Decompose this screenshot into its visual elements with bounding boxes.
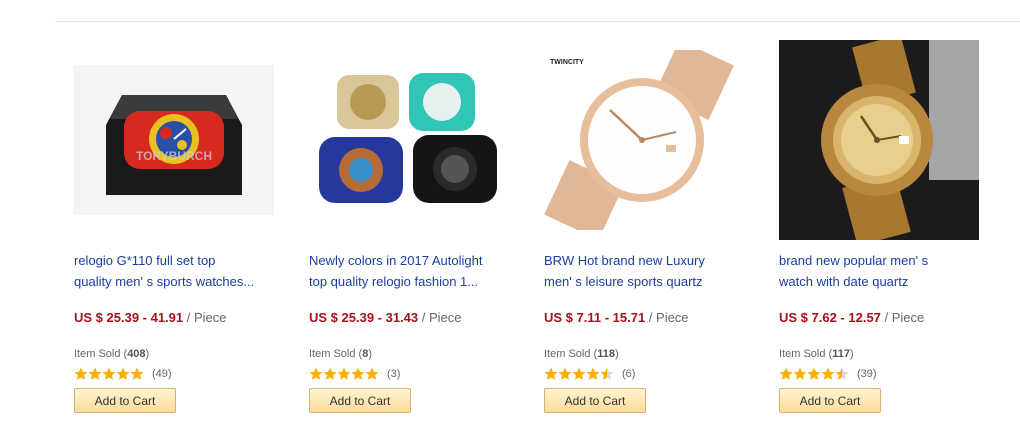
product-title-line[interactable]: quality men' s sports watches... <box>74 271 279 292</box>
product-card: TWINCITY BRW Hot brand new Luxury men' s… <box>544 40 749 420</box>
price-range: US $ 7.62 - 12.57 <box>779 310 881 325</box>
items-sold: Item Sold (8) <box>309 348 372 360</box>
sold-close: ) <box>849 348 854 360</box>
star-rating <box>309 367 379 381</box>
star-full-icon <box>351 367 365 380</box>
price-unit: / Piece <box>418 310 462 325</box>
add-to-cart-button[interactable]: Add to Cart <box>779 388 881 413</box>
star-full-icon <box>116 367 130 380</box>
product-title-line[interactable]: men' s leisure sports quartz <box>544 271 749 292</box>
price-row: US $ 25.39 - 41.91 / Piece <box>74 310 227 325</box>
price-unit: / Piece <box>183 310 227 325</box>
review-count[interactable]: (49) <box>152 368 172 380</box>
star-full-icon <box>323 367 337 380</box>
product-image[interactable] <box>779 40 979 240</box>
sold-label: Item Sold ( <box>779 348 833 360</box>
product-card: Newly colors in 2017 Autolight top quali… <box>309 40 514 420</box>
watch-image-colorful-set <box>309 65 509 215</box>
star-half-icon <box>600 367 614 380</box>
section-divider <box>55 21 1020 22</box>
brand-logo: TWINCITY <box>550 59 584 66</box>
product-image[interactable] <box>309 40 509 240</box>
watch-image-gold-bracelet <box>779 40 979 240</box>
sold-label: Item Sold ( <box>544 348 598 360</box>
product-title-line[interactable]: watch with date quartz <box>779 271 984 292</box>
star-half-icon <box>835 367 849 380</box>
sold-label: Item Sold ( <box>74 348 128 360</box>
price-range: US $ 7.11 - 15.71 <box>544 310 646 325</box>
product-title-line[interactable]: BRW Hot brand new Luxury <box>544 250 749 271</box>
items-sold: Item Sold (117) <box>779 348 854 360</box>
review-count[interactable]: (39) <box>857 368 877 380</box>
price-unit: / Piece <box>880 310 925 325</box>
star-full-icon <box>572 367 586 380</box>
price-range: US $ 25.39 - 31.43 <box>309 310 419 325</box>
price-range: US $ 25.39 - 41.91 <box>74 310 184 325</box>
product-card: brand new popular men' s watch with date… <box>779 40 984 420</box>
star-full-icon <box>793 367 807 380</box>
sold-close: ) <box>614 348 619 360</box>
sold-count: 118 <box>597 348 615 360</box>
star-full-icon <box>130 367 144 380</box>
watch-image-red-gshock: TORYBURCH <box>74 65 274 215</box>
star-full-icon <box>337 367 351 380</box>
product-title-line[interactable]: top quality relogio fashion 1... <box>309 271 514 292</box>
rating[interactable]: (49) <box>74 366 172 382</box>
sold-label: Item Sold ( <box>309 348 363 360</box>
product-title-link[interactable]: relogio G*110 full set top quality men' … <box>74 250 279 292</box>
star-full-icon <box>586 367 600 380</box>
items-sold: Item Sold (118) <box>544 348 619 360</box>
review-count[interactable]: (6) <box>622 368 635 380</box>
star-full-icon <box>779 367 793 380</box>
sold-count: 117 <box>832 348 850 360</box>
star-full-icon <box>102 367 116 380</box>
sold-close: ) <box>145 348 150 360</box>
price-row: US $ 25.39 - 31.43 / Piece <box>309 310 462 325</box>
star-full-icon <box>807 367 821 380</box>
star-full-icon <box>309 367 323 380</box>
product-title-line[interactable]: relogio G*110 full set top <box>74 250 279 271</box>
watch-image-rose-gold-mesh: TWINCITY <box>544 50 744 230</box>
product-image[interactable]: TWINCITY <box>544 40 744 240</box>
sold-close: ) <box>368 348 372 360</box>
items-sold: Item Sold (408) <box>74 348 149 360</box>
product-title-line[interactable]: brand new popular men' s <box>779 250 984 271</box>
rating[interactable]: (6) <box>544 366 635 382</box>
product-card: TORYBURCH relogio G*110 full set top qua… <box>74 40 279 420</box>
price-row: US $ 7.62 - 12.57 / Piece <box>779 310 924 325</box>
product-image[interactable]: TORYBURCH <box>74 40 274 240</box>
product-title-line[interactable]: Newly colors in 2017 Autolight <box>309 250 514 271</box>
star-full-icon <box>544 367 558 380</box>
star-full-icon <box>365 367 379 380</box>
star-full-icon <box>558 367 572 380</box>
star-full-icon <box>88 367 102 380</box>
product-grid: TORYBURCH relogio G*110 full set top qua… <box>74 40 1014 440</box>
price-unit: / Piece <box>645 310 689 325</box>
add-to-cart-button[interactable]: Add to Cart <box>544 388 646 413</box>
product-title-link[interactable]: Newly colors in 2017 Autolight top quali… <box>309 250 514 292</box>
product-title-link[interactable]: brand new popular men' s watch with date… <box>779 250 984 292</box>
review-count[interactable]: (3) <box>387 368 400 380</box>
star-rating <box>544 367 614 381</box>
brand-watermark: TORYBURCH <box>136 149 212 163</box>
star-rating <box>74 367 144 381</box>
add-to-cart-button[interactable]: Add to Cart <box>74 388 176 413</box>
star-rating <box>779 367 849 381</box>
star-full-icon <box>821 367 835 380</box>
rating[interactable]: (3) <box>309 366 400 382</box>
sold-count: 408 <box>127 348 146 360</box>
star-full-icon <box>74 367 88 380</box>
add-to-cart-button[interactable]: Add to Cart <box>309 388 411 413</box>
product-title-link[interactable]: BRW Hot brand new Luxury men' s leisure … <box>544 250 749 292</box>
price-row: US $ 7.11 - 15.71 / Piece <box>544 310 689 325</box>
rating[interactable]: (39) <box>779 366 877 382</box>
